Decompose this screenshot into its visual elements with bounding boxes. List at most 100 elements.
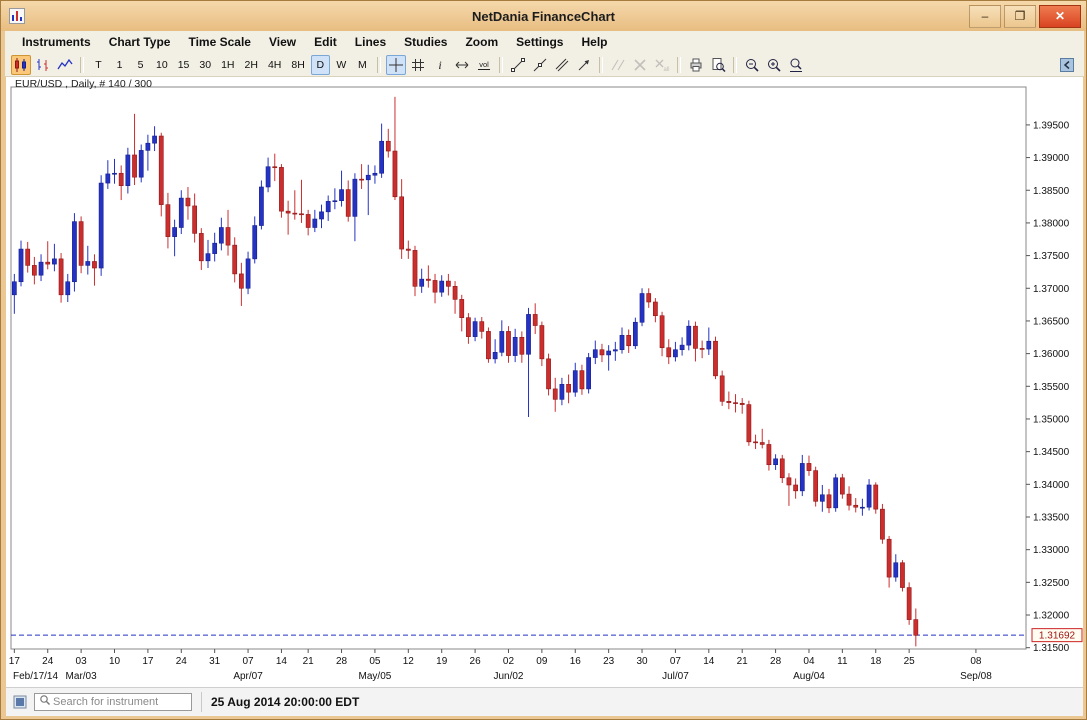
svg-text:1.32500: 1.32500 (1033, 578, 1070, 589)
svg-text:12: 12 (403, 656, 415, 667)
app-icon (9, 8, 25, 24)
crosshair-button[interactable] (386, 55, 406, 75)
timescale-4h-button[interactable]: 4H (264, 55, 285, 75)
svg-text:03: 03 (76, 656, 88, 667)
side-panel-icon (1060, 58, 1074, 72)
menu-edit[interactable]: Edit (305, 31, 346, 53)
svg-text:21: 21 (737, 656, 749, 667)
svg-text:1.39500: 1.39500 (1033, 120, 1070, 131)
info-button[interactable]: i (430, 55, 450, 75)
ray-line-button[interactable] (530, 55, 550, 75)
bar-chart-button[interactable] (33, 55, 53, 75)
window-controls: – ❐ ✕ (966, 5, 1081, 28)
delete-all-icon: all (654, 57, 670, 73)
maximize-button[interactable]: ❐ (1004, 5, 1036, 28)
timescale-tick-button[interactable]: T (89, 55, 108, 75)
svg-text:02: 02 (503, 656, 515, 667)
search-input[interactable] (51, 695, 187, 709)
close-button[interactable]: ✕ (1039, 5, 1081, 28)
svg-text:1.37000: 1.37000 (1033, 284, 1070, 295)
timescale-5-button[interactable]: 5 (131, 55, 150, 75)
menu-lines[interactable]: Lines (346, 31, 395, 53)
menu-settings[interactable]: Settings (507, 31, 572, 53)
svg-text:all: all (663, 67, 669, 73)
toolbar-separator (80, 57, 84, 73)
delete-x-icon (632, 57, 648, 73)
zoom-in-icon (766, 57, 782, 73)
volume-button[interactable]: vol (474, 55, 494, 75)
timescale-2h-button[interactable]: 2H (241, 55, 262, 75)
menu-instruments[interactable]: Instruments (13, 31, 100, 53)
svg-text:1.36000: 1.36000 (1033, 349, 1070, 360)
zoom-out-button[interactable] (742, 55, 762, 75)
svg-text:30: 30 (636, 656, 648, 667)
timestamp: 25 Aug 2014 20:00:00 EDT (211, 695, 359, 709)
menu-help[interactable]: Help (572, 31, 616, 53)
side-panel-button[interactable] (1057, 55, 1077, 75)
window-title: NetDania FinanceChart (1, 9, 1086, 24)
menu-time-scale[interactable]: Time Scale (179, 31, 259, 53)
menu-chart-type[interactable]: Chart Type (100, 31, 180, 53)
price-axis[interactable]: 1.395001.390001.385001.380001.375001.370… (1026, 120, 1070, 654)
zoom-out-icon (744, 57, 760, 73)
instrument-search[interactable] (34, 693, 192, 711)
zoom-fit-button[interactable] (786, 55, 806, 75)
last-price-tag: 1.31692 (1032, 629, 1082, 642)
print-button[interactable] (686, 55, 706, 75)
menu-studies[interactable]: Studies (395, 31, 456, 53)
horizontal-expand-button[interactable] (452, 55, 472, 75)
workspace-icon[interactable] (13, 695, 27, 709)
timescale-8h-button[interactable]: 8H (287, 55, 308, 75)
candlestick-icon (13, 57, 29, 73)
svg-text:1.35000: 1.35000 (1033, 414, 1070, 425)
channel-lines-button[interactable] (552, 55, 572, 75)
svg-text:04: 04 (803, 656, 815, 667)
svg-text:1.32000: 1.32000 (1033, 611, 1070, 622)
svg-text:i: i (438, 58, 441, 72)
remove-lines-button (608, 55, 628, 75)
timescale-1-button[interactable]: 1 (110, 55, 129, 75)
timescale-weekly-button[interactable]: W (332, 55, 351, 75)
svg-text:1.31692: 1.31692 (1039, 631, 1076, 642)
svg-text:May/05: May/05 (359, 671, 392, 682)
volume-icon: vol (476, 57, 492, 73)
ray-line-icon (532, 57, 548, 73)
timescale-15-button[interactable]: 15 (174, 55, 194, 75)
svg-text:1.35500: 1.35500 (1033, 382, 1070, 393)
remove-lines-icon (610, 57, 626, 73)
timescale-1h-button[interactable]: 1H (217, 55, 238, 75)
trend-line-icon (510, 57, 526, 73)
pointer-tool-button[interactable] (574, 55, 594, 75)
bar-chart-icon (35, 57, 51, 73)
timescale-30-button[interactable]: 30 (195, 55, 215, 75)
timescale-daily-button[interactable]: D (311, 55, 330, 75)
menu-zoom[interactable]: Zoom (456, 31, 507, 53)
svg-text:1.37500: 1.37500 (1033, 251, 1070, 262)
svg-text:Aug/04: Aug/04 (793, 671, 825, 682)
line-chart-button[interactable] (55, 55, 75, 75)
toolbar-separator (677, 57, 681, 73)
svg-text:Jun/02: Jun/02 (493, 671, 523, 682)
minimize-button[interactable]: – (969, 5, 1001, 28)
candlestick-chart-button[interactable] (11, 55, 31, 75)
svg-text:05: 05 (369, 656, 381, 667)
toolbar-separator (377, 57, 381, 73)
svg-text:1.31500: 1.31500 (1033, 643, 1070, 654)
crosshair-icon (388, 57, 404, 73)
print-preview-button[interactable] (708, 55, 728, 75)
zoom-fit-icon (788, 57, 804, 73)
svg-text:19: 19 (436, 656, 448, 667)
svg-text:17: 17 (9, 656, 21, 667)
svg-text:17: 17 (142, 656, 154, 667)
zoom-in-button[interactable] (764, 55, 784, 75)
menu-view[interactable]: View (260, 31, 305, 53)
chart-area[interactable]: EUR/USD , Daily, # 140 / 300 1.395001.39… (6, 77, 1083, 687)
trend-line-button[interactable] (508, 55, 528, 75)
status-bar: 25 Aug 2014 20:00:00 EDT (6, 687, 1083, 716)
time-axis[interactable]: 1724031017243107142128051219260209162330… (9, 649, 992, 682)
candlestick-chart[interactable]: 1.395001.390001.385001.380001.375001.370… (6, 77, 1083, 687)
grid-button[interactable] (408, 55, 428, 75)
timescale-10-button[interactable]: 10 (152, 55, 172, 75)
delete-all-button: all (652, 55, 672, 75)
timescale-monthly-button[interactable]: M (353, 55, 372, 75)
